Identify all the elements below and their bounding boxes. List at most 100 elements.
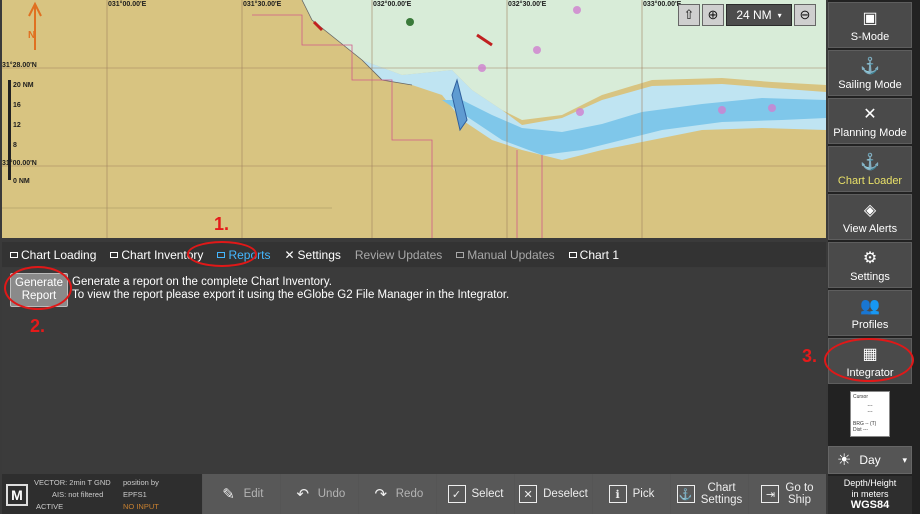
zoom-out-icon[interactable]: ⊖ <box>794 4 816 26</box>
scalebar-label: 8 <box>13 142 17 149</box>
sidebar-label: Chart Loader <box>837 175 903 187</box>
active-status: ACTIVE <box>36 502 64 511</box>
ais-status: AIS: not filtered <box>52 490 104 499</box>
datum-label: WGS84 <box>850 499 890 511</box>
chart-view[interactable]: 031°00.00'E 031°30.00'E 032°00.00'E 032°… <box>2 0 826 238</box>
scalebar-label: 16 <box>13 102 21 109</box>
no-input-status: NO INPUT <box>123 502 159 511</box>
report-description-line: Generate a report on the complete Chart … <box>72 276 332 288</box>
scalebar-label: 12 <box>13 122 21 129</box>
button-label: Go to <box>785 482 814 494</box>
tab-label: Settings <box>297 247 341 262</box>
lon-label: 032°30.00'E <box>508 1 547 8</box>
button-label: Select <box>471 488 504 500</box>
go-to-ship-button[interactable]: ⇥ Go to Ship <box>748 474 826 514</box>
go-to-ship-icon: ⇥ <box>761 485 780 503</box>
tab-icon <box>110 251 119 258</box>
zoom-in-icon[interactable]: ⊕ <box>702 4 724 26</box>
report-description-line: To view the report please export it usin… <box>72 289 510 301</box>
tab-label: Chart 1 <box>579 247 620 262</box>
button-label: Undo <box>317 488 346 500</box>
sailing-icon: ⚓ <box>860 58 880 75</box>
redo-icon: ↷ <box>374 486 388 503</box>
logo: M <box>6 484 28 506</box>
orientation-icon[interactable]: ⇧ <box>678 4 700 26</box>
button-label: Chart <box>707 482 736 494</box>
lon-label: 033°00.00'E <box>643 1 682 8</box>
day-night-select[interactable]: ☀ Day ▾ <box>828 446 912 474</box>
pick-button[interactable]: ℹ Pick <box>592 474 670 514</box>
epfs-status: EPFS1 <box>123 490 147 499</box>
s-mode-icon: ▣ <box>862 10 878 27</box>
lon-label: 032°00.00'E <box>373 1 412 8</box>
vector-status: VECTOR: 2min T GND <box>34 478 111 487</box>
chevron-down-icon: ▾ <box>777 10 782 20</box>
planning-icon: ✕ <box>863 106 877 123</box>
cursor-dist: Dist --- <box>853 427 868 433</box>
depth-label: Depth/Height <box>843 478 897 488</box>
sailing-mode-button[interactable]: ⚓ Sailing Mode <box>828 50 912 96</box>
planning-mode-button[interactable]: ✕ Planning Mode <box>828 98 912 144</box>
tab-chart-loading[interactable]: Chart Loading <box>10 248 96 262</box>
view-alerts-button[interactable]: ◈ View Alerts <box>828 194 912 240</box>
alert-icon: ◈ <box>863 202 877 219</box>
edit-icon: ✎ <box>222 486 235 503</box>
scale-value: 24 NM <box>736 8 772 22</box>
s-mode-button[interactable]: ▣ S-Mode <box>828 2 912 48</box>
info-icon: ℹ <box>608 485 627 503</box>
tab-icon <box>568 251 577 258</box>
bottom-toolbar: M VECTOR: 2min T GND AIS: not filtered A… <box>2 474 826 514</box>
redo-button[interactable]: ↷ Redo <box>358 474 436 514</box>
sidebar-label: S-Mode <box>850 31 890 43</box>
day-label: Day <box>859 453 881 467</box>
deselect-button[interactable]: ✕ Deselect <box>514 474 592 514</box>
tab-settings[interactable]: ✕ Settings <box>284 248 340 262</box>
scale-select[interactable]: 24 NM ▾ <box>726 4 792 26</box>
tab-label: Chart Loading <box>21 247 97 262</box>
mode-sidebar: ▣ S-Mode ⚓ Sailing Mode ✕ Planning Mode ⚓ Ch… <box>828 0 920 514</box>
annotation-step-2: 2. <box>30 316 46 336</box>
button-label: Settings <box>700 494 743 506</box>
annotation-ring-generate <box>4 266 72 310</box>
chart-settings-icon: ⚓ <box>676 485 695 503</box>
lon-label: 031°30.00'E <box>243 1 282 8</box>
tab-chart-1[interactable]: Chart 1 <box>568 247 620 262</box>
gear-icon: ⚙ <box>862 250 878 267</box>
button-label: Ship <box>787 494 811 506</box>
sidebar-label: View Alerts <box>842 223 898 235</box>
depth-units-panel: Depth/Height in meters WGS84 <box>828 476 912 514</box>
sidebar-label: Profiles <box>851 319 889 331</box>
select-button[interactable]: ✓ Select <box>436 474 514 514</box>
ecdis-window: 031°00.00'E 031°30.00'E 032°00.00'E 032°… <box>0 0 920 514</box>
annotation-ring-integrator <box>824 338 914 382</box>
undo-button[interactable]: ↶ Undo <box>280 474 358 514</box>
profiles-button[interactable]: 👥 Profiles <box>828 290 912 336</box>
settings-button[interactable]: ⚙ Settings <box>828 242 912 288</box>
chart-loader-button[interactable]: ⚓ Chart Loader <box>828 146 912 192</box>
annotation-ring-reports <box>187 241 257 267</box>
north-arrow-label: N <box>28 30 36 41</box>
lon-label: 031°00.00'E <box>108 1 147 8</box>
chart-loader-icon: ⚓ <box>860 154 880 171</box>
chart-settings-button[interactable]: ⚓ Chart Settings <box>670 474 748 514</box>
tab-review-updates[interactable]: Review Updates <box>355 248 442 262</box>
reports-panel: Generate Report Generate a report on the … <box>2 268 826 474</box>
tab-manual-updates[interactable]: Manual Updates <box>456 248 555 262</box>
chevron-down-icon: ▾ <box>902 454 907 465</box>
edit-button[interactable]: ✎ Edit <box>202 474 280 514</box>
cursor-line: --- <box>867 409 873 415</box>
annotation-step-3: 3. <box>802 346 818 366</box>
zoom-controls: ⇧ ⊕ 24 NM ▾ ⊖ <box>678 4 816 26</box>
button-label: Redo <box>395 488 424 500</box>
button-label: Pick <box>632 488 655 500</box>
status-panel: M VECTOR: 2min T GND AIS: not filtered A… <box>2 474 202 514</box>
chart-graphic <box>2 0 826 238</box>
annotation-step-1: 1. <box>214 214 230 234</box>
cursor-title: Cursor <box>853 394 869 400</box>
sidebar-label: Sailing Mode <box>838 79 902 91</box>
sidebar-label: Planning Mode <box>833 127 907 139</box>
sidebar-label: Settings <box>850 271 890 283</box>
deselect-icon: ✕ <box>519 485 538 503</box>
lat-label: 31°00.00'N <box>2 160 37 167</box>
button-label: Deselect <box>543 488 588 500</box>
